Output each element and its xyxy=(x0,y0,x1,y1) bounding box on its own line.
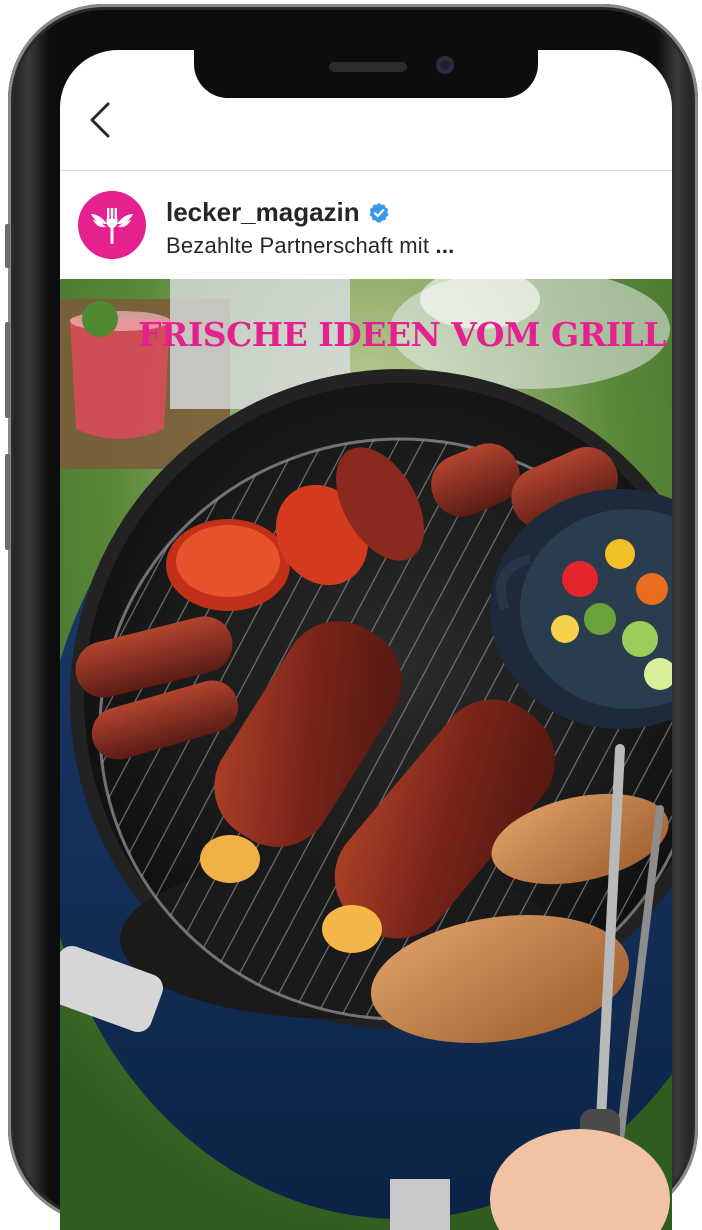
volume-down-button xyxy=(5,454,10,550)
phone-frame: lecker_magazin Bezahlte Partnerschaft mi… xyxy=(5,4,698,1230)
phone-screen: lecker_magazin Bezahlte Partnerschaft mi… xyxy=(60,50,672,1230)
image-headline: FRISCHE IDEEN VOM GRILL xyxy=(138,315,666,354)
paid-partnership-label[interactable]: Bezahlte Partnerschaft mit ... xyxy=(166,233,454,259)
username[interactable]: lecker_magazin xyxy=(166,197,360,228)
phone-notch xyxy=(194,50,538,98)
earpiece-speaker xyxy=(329,62,407,72)
post-header: lecker_magazin Bezahlte Partnerschaft mi… xyxy=(60,171,672,279)
partner-name-truncated[interactable]: ... xyxy=(436,233,455,258)
mute-switch xyxy=(5,224,10,268)
avatar[interactable] xyxy=(78,191,146,259)
grill-photo xyxy=(60,279,672,1230)
volume-up-button xyxy=(5,322,10,418)
verified-badge-icon xyxy=(369,202,389,223)
front-camera xyxy=(436,56,454,74)
username-row[interactable]: lecker_magazin xyxy=(166,197,390,228)
chevron-left-icon[interactable] xyxy=(88,102,116,138)
winged-fork-logo-icon xyxy=(91,208,133,244)
paid-partnership-text: Bezahlte Partnerschaft mit xyxy=(166,233,436,258)
post-image[interactable]: FRISCHE IDEEN VOM GRILL xyxy=(60,279,672,1230)
